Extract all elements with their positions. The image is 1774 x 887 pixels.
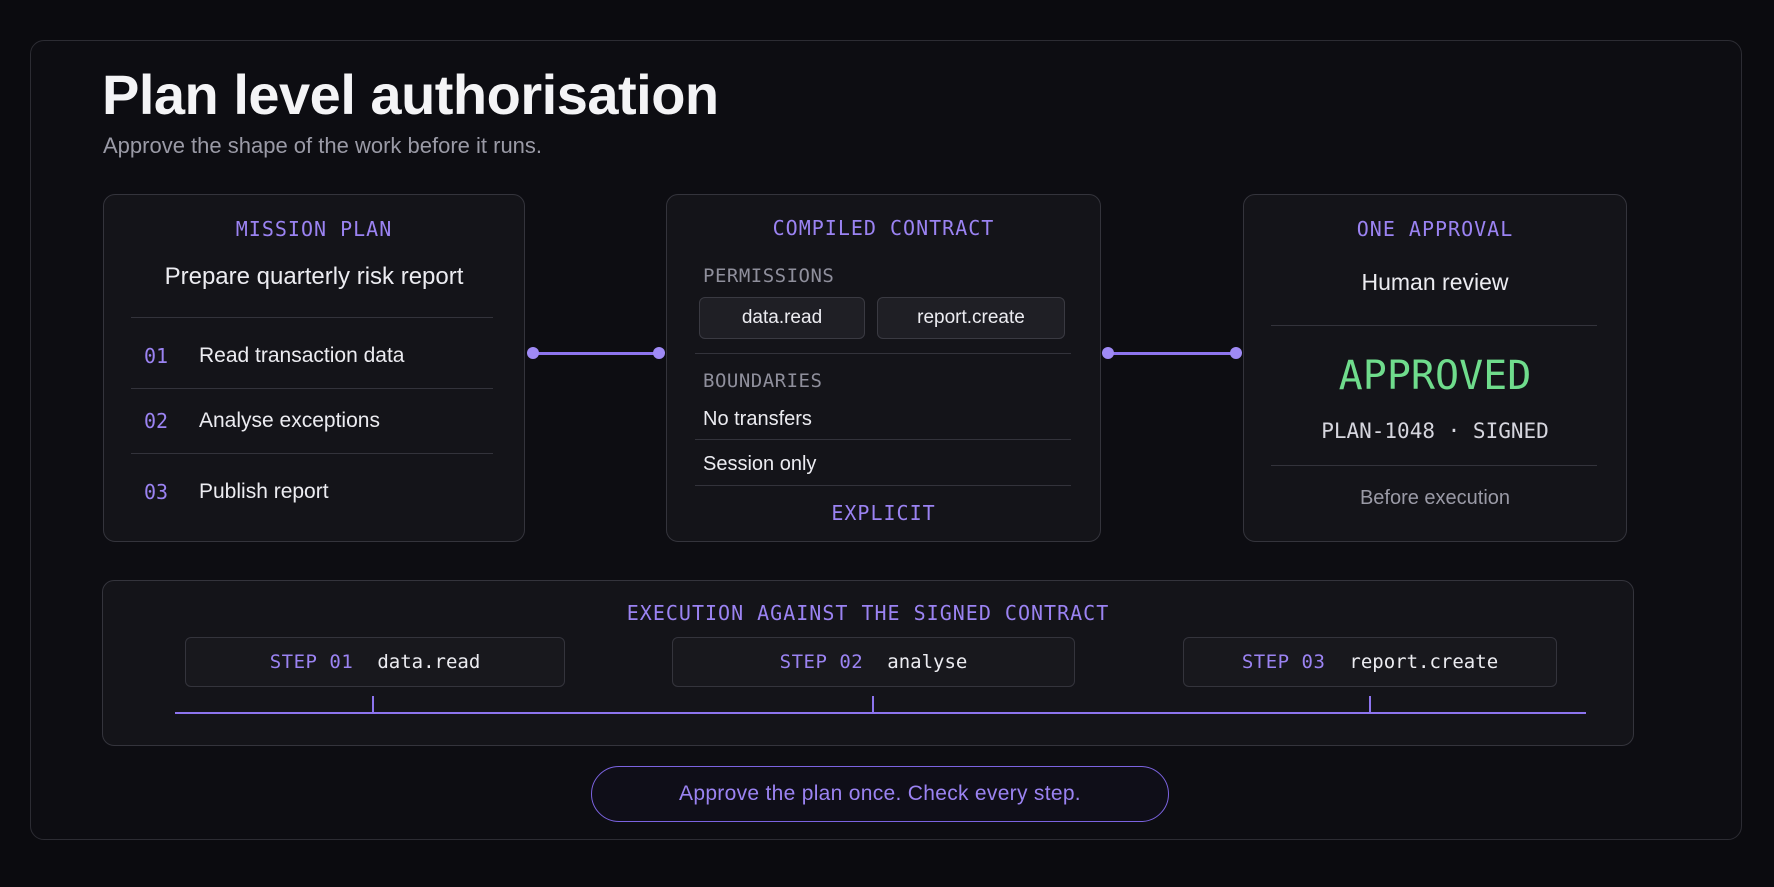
connector-dot [1102,347,1114,359]
timeline-tick [872,696,874,713]
connector-dot [527,347,539,359]
one-approval-card: ONE APPROVAL Human review APPROVED PLAN-… [1243,194,1627,542]
divider [131,388,493,389]
mission-plan-card: MISSION PLAN Prepare quarterly risk repo… [103,194,525,542]
approved-status: APPROVED [1338,353,1532,399]
plan-step-number: 01 [144,344,169,368]
page-subtitle: Approve the shape of the work before it … [103,133,543,158]
execution-step: STEP 02 analyse [672,637,1075,687]
timeline-tick [1369,696,1371,713]
step-action: data.read [377,651,481,673]
divider [131,317,493,318]
approval-timing: Before execution [1359,487,1511,509]
summary-pill: Approve the plan once. Check every step. [591,766,1169,822]
mission-plan-name: Prepare quarterly risk report [164,263,464,290]
plan-step-text: Read transaction data [199,344,405,367]
approval-heading: ONE APPROVAL [1356,217,1514,241]
connector-dot [1230,347,1242,359]
reviewer-label: Human review [1361,269,1509,295]
step-label: STEP 02 [779,651,864,673]
permissions-label: PERMISSIONS [703,265,835,287]
compiled-contract-card: COMPILED CONTRACT PERMISSIONS data.read … [666,194,1101,542]
step-label: STEP 01 [269,651,354,673]
plan-step-text: Analyse exceptions [199,409,380,432]
connector-line [533,352,659,355]
timeline-tick [372,696,374,713]
plan-step-text: Publish report [199,480,329,503]
plan-step-number: 03 [144,480,169,504]
mission-plan-heading: MISSION PLAN [235,217,393,241]
plan-step: 03 Publish report [144,477,329,507]
step-action: report.create [1349,651,1499,673]
connector-line [1108,352,1236,355]
divider [131,453,493,454]
boundaries-label: BOUNDARIES [703,370,823,392]
contract-footer: EXPLICIT [831,501,936,525]
execution-heading: EXECUTION AGAINST THE SIGNED CONTRACT [626,601,1110,625]
execution-panel: EXECUTION AGAINST THE SIGNED CONTRACT ST… [102,580,1634,746]
boundary-item: Session only [703,453,817,475]
divider [695,485,1071,486]
permission-chip: report.create [877,297,1065,339]
plan-reference: PLAN-1048 · SIGNED [1321,419,1549,443]
plan-step-number: 02 [144,409,169,433]
divider [695,353,1071,354]
execution-step: STEP 03 report.create [1183,637,1557,687]
execution-step: STEP 01 data.read [185,637,565,687]
page-title: Plan level authorisation [102,63,719,126]
divider [695,439,1071,440]
divider [1271,465,1597,466]
plan-step: 02 Analyse exceptions [144,406,380,436]
connector-dot [653,347,665,359]
plan-step: 01 Read transaction data [144,341,404,371]
execution-timeline [175,712,1586,714]
step-action: analyse [887,651,968,673]
boundary-item: No transfers [703,408,812,430]
permission-chip: data.read [699,297,865,339]
step-label: STEP 03 [1241,651,1326,673]
contract-heading: COMPILED CONTRACT [772,216,995,240]
divider [1271,325,1597,326]
